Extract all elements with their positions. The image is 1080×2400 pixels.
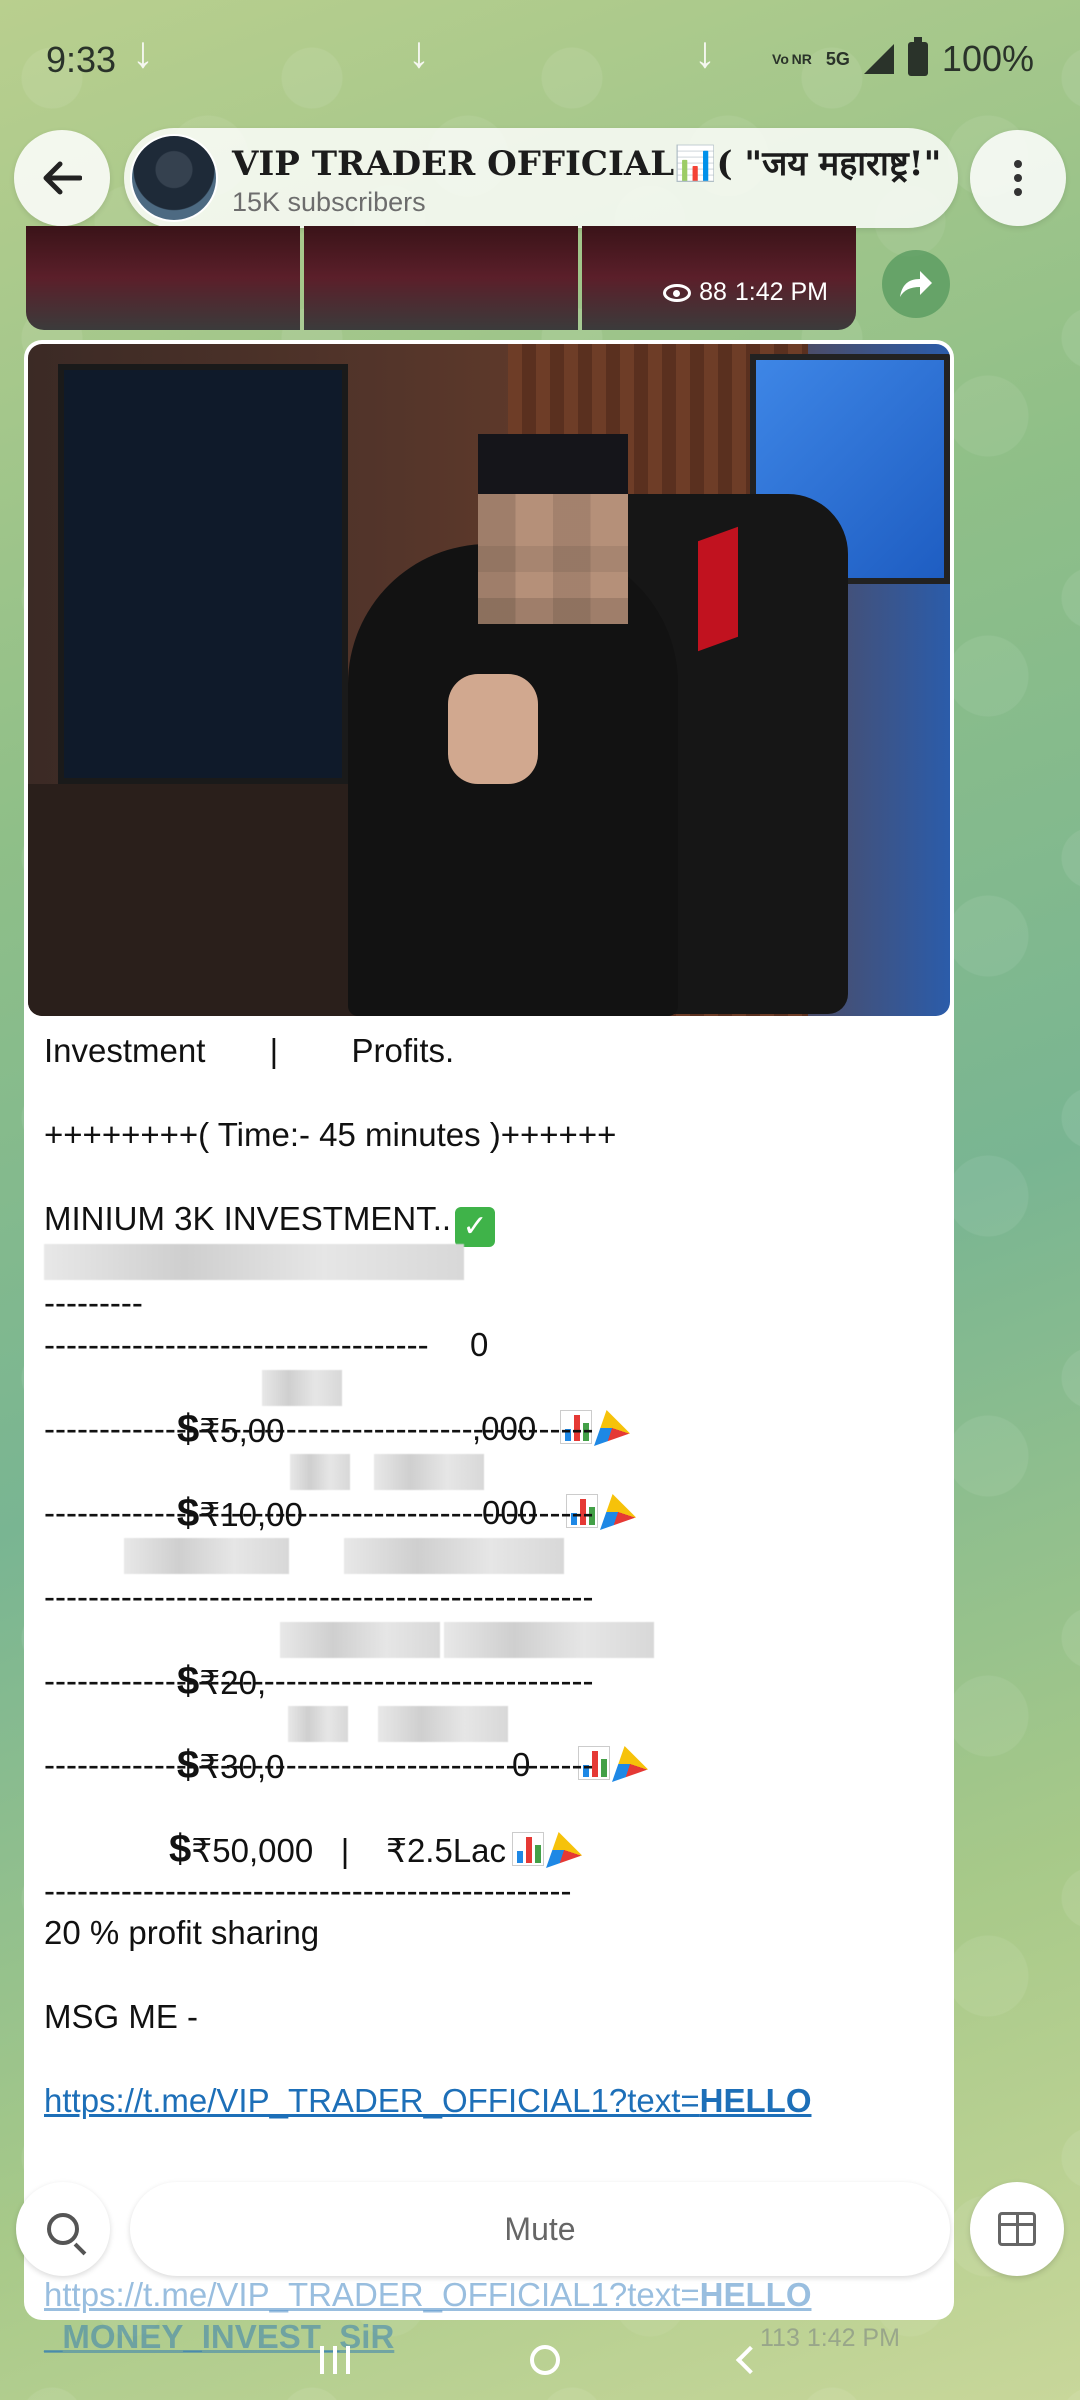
back-button[interactable] [14,130,110,226]
volte-indicator: Vo NR [772,51,812,67]
vertical-dots-icon [1014,160,1022,196]
text-line: ++++++++( Time:- 45 minutes )++++++ [44,1116,617,1153]
text-line: MINIUM 3K INVESTMENT.. ✓ [44,1198,934,1247]
download-arrow-icon: ↓ [132,28,154,77]
search-icon [47,2213,79,2245]
subscriber-count: 15K subscribers [232,186,426,217]
separator-line: ----------------------------------------… [44,1662,594,1699]
previous-message-meta: 88 1:42 PM [663,278,828,307]
signal-icon [863,44,894,74]
nav-back-icon[interactable] [735,2345,765,2375]
chart-emoji-icon [512,1832,545,1866]
separator-line: ----------------------------------------… [44,1494,594,1531]
message-photo[interactable] [28,344,950,1016]
party-emoji-icon [546,1832,583,1868]
separator-line: ----------------------------------------… [44,1872,572,1909]
channel-avatar[interactable] [130,134,218,222]
text-line: --------- [44,1284,143,1321]
share-button[interactable] [882,250,950,318]
tier-row: $₹10,00 000 [44,1450,934,1534]
system-nav-bar [0,2320,1080,2400]
gift-icon [998,2212,1036,2246]
home-icon[interactable] [530,2345,560,2375]
redacted-line: 0 [44,1240,934,1363]
search-button[interactable] [16,2182,110,2276]
msg-me-text: MSG ME - [44,1998,198,2035]
message-bubble[interactable]: Investment | Profits. ++++++++( Time:- 4… [24,340,954,2320]
recents-icon[interactable] [320,2346,350,2374]
download-arrow-icon: ↓ [694,28,716,77]
message-link[interactable]: https://t.me/VIP_TRADER_OFFICIAL1?text=H… [44,2080,934,2122]
tier-row: $₹30,0 0 [44,1702,934,1786]
network-type: 5G [825,48,850,69]
battery-icon [907,37,928,76]
gift-button[interactable] [970,2182,1064,2276]
status-indicators: Vo NR 5G 100% [772,37,1034,80]
tier-row: $₹50,000 | ₹2.5Lac [44,1786,934,1870]
battery-percent: 100% [941,38,1034,79]
separator-line: ----------------------------------------… [44,1746,594,1783]
separator-line: ----------------------------------------… [44,1410,594,1447]
channel-header[interactable]: VIP TRADER OFFICIAL📊( "जय महाराष्ट्र!" 1… [124,128,958,228]
pixelated-face [478,434,628,624]
mute-button[interactable]: Mute [130,2182,950,2276]
share-arrow-icon [900,271,932,297]
message-text: Investment | Profits. ++++++++( Time:- 4… [44,1030,934,2122]
text-line: ----------------------------------- [44,1326,429,1363]
more-options-button[interactable] [970,130,1066,226]
profit-sharing-text: 20 % profit sharing [44,1914,320,1951]
message-time: 1:42 PM [734,278,828,306]
tier-row: $₹5,00,000 [44,1366,934,1450]
separator-line: ----------------------------------------… [44,1578,594,1615]
status-time: 9:33 [46,39,117,80]
tier-row: $₹20, [44,1618,934,1702]
album-thumb[interactable] [26,226,300,330]
back-arrow-icon [43,161,82,195]
redacted-line [44,1534,934,1576]
views-eye-icon [663,283,692,302]
album-thumb[interactable] [304,226,578,330]
download-arrow-icon: ↓ [408,28,430,77]
text-line: Investment | Profits. [44,1032,455,1069]
channel-title: VIP TRADER OFFICIAL📊( "जय महाराष्ट्र!" [232,143,942,184]
views-count: 88 [699,278,727,306]
